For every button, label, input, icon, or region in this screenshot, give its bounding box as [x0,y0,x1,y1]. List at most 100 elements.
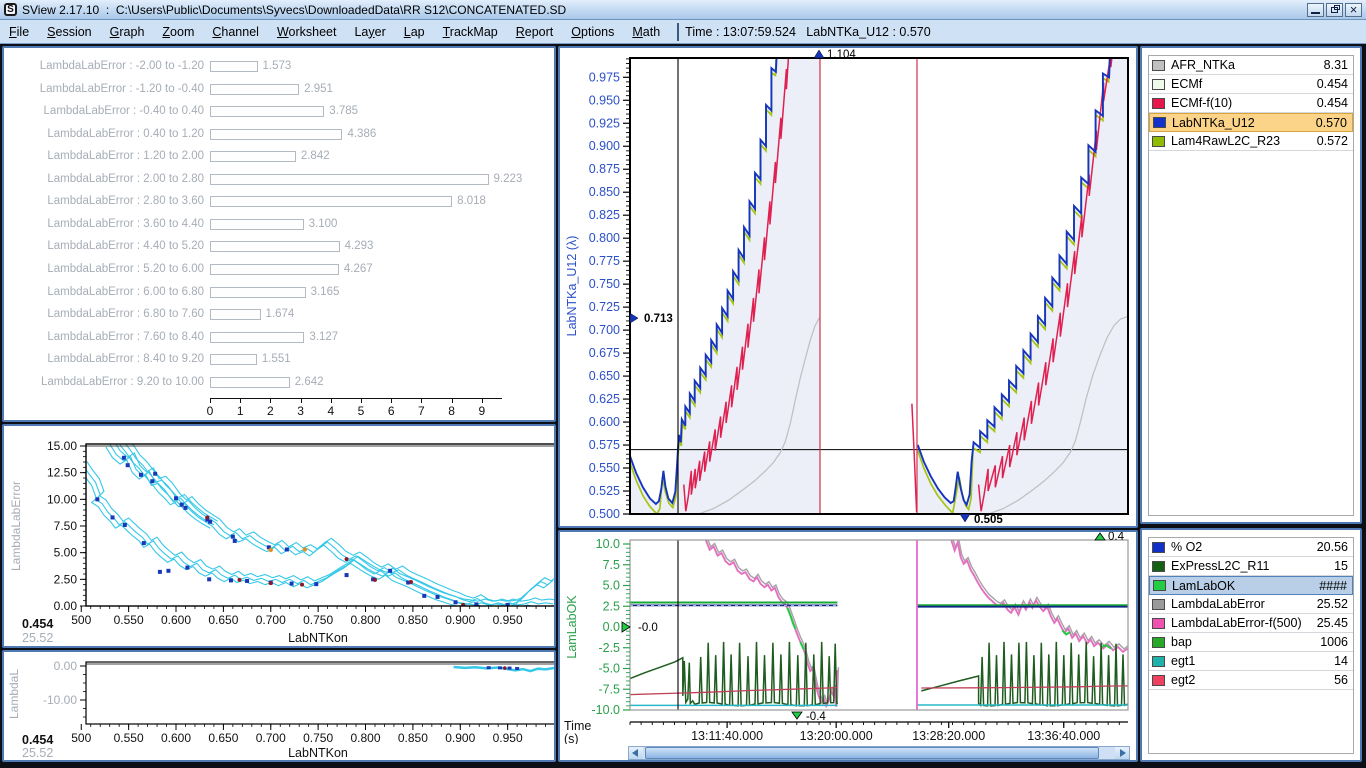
svg-text:0.750: 0.750 [303,731,333,745]
svg-text:25.52: 25.52 [22,631,53,645]
channel-row-bap[interactable]: bap1006 [1149,633,1353,652]
mini-plot-area[interactable] [454,666,554,671]
channel-list-top-panel: AFR_NTKa8.31ECMf0.454ECMf-f(10)0.454LabN… [1140,46,1362,524]
svg-text:0.750: 0.750 [303,613,333,627]
main-plot-area[interactable] [630,48,1128,514]
menu-item-zoom[interactable]: Zoom [153,25,203,39]
channel-name: LamLabOK [1172,579,1315,593]
svg-text:0.950: 0.950 [493,613,523,627]
title-bar[interactable]: S SView 2.17.10 : C:\Users\Public\Docume… [0,0,1366,20]
histogram-bar [210,151,296,162]
menu-item-trackmap[interactable]: TrackMap [434,25,507,39]
histogram-x-tick [452,398,453,403]
histogram-x-tick-label: 3 [297,404,304,418]
menu-item-layer[interactable]: Layer [345,25,394,39]
menu-item-graph[interactable]: Graph [101,25,154,39]
channel-value: 20.56 [1317,540,1348,554]
channel-row-lamlabok[interactable]: LamLabOK#### [1149,576,1353,595]
svg-text:0.700: 0.700 [256,613,286,627]
histogram-category-label: LambdaLabError : 2.80 to 3.60 [4,195,204,207]
histogram-category-label: LambdaLabError : 4.40 to 5.20 [4,240,204,252]
histogram-x-tick-label: 5 [358,404,365,418]
scroll-left-arrow[interactable] [629,747,643,759]
channel-value: 14 [1334,654,1348,668]
svg-text:0.800: 0.800 [350,731,380,745]
svg-text:LabNTKa_U12 (λ): LabNTKa_U12 (λ) [565,236,579,337]
channel-row-lambdalaberror-f-500-[interactable]: LambdaLabError-f(500)25.45 [1149,614,1353,633]
histogram-bar [210,219,304,230]
svg-text:-7.5: -7.5 [598,682,620,696]
svg-text:2.50: 2.50 [54,572,78,586]
channel-row-afr-ntka[interactable]: AFR_NTKa8.31 [1149,56,1353,75]
svg-text:0.575: 0.575 [589,438,620,452]
svg-text:0.725: 0.725 [589,300,620,314]
histogram-category-label: LambdaLabError : 6.80 to 7.60 [4,308,204,320]
histogram-category-label: LambdaLabError : 1.20 to 2.00 [4,150,204,162]
menu-item-channel[interactable]: Channel [203,25,268,39]
channel-name: % O2 [1171,540,1313,554]
app-window: S SView 2.17.10 : C:\Users\Public\Docume… [0,0,1366,768]
menu-item-options[interactable]: Options [562,25,623,39]
channel-name: egt1 [1171,654,1330,668]
strip-plot-area[interactable] [630,537,1129,710]
channel-row-egt2[interactable]: egt256 [1149,671,1353,690]
svg-text:0.00: 0.00 [54,599,78,613]
menu-item-report[interactable]: Report [507,25,563,39]
svg-text:500: 500 [71,731,91,745]
histogram-bar [210,106,324,117]
close-button[interactable]: × [1345,3,1362,17]
histogram-row: LambdaLabError : -1.20 to -0.402.951 [4,79,554,101]
scroll-track[interactable] [643,747,1115,759]
menu-item-lap[interactable]: Lap [395,25,434,39]
histogram-category-label: LambdaLabError : 2.00 to 2.80 [4,173,204,185]
menu-item-worksheet[interactable]: Worksheet [268,25,346,39]
time-scrollbar[interactable] [628,746,1130,760]
svg-text:0.625: 0.625 [589,392,620,406]
histogram-value: 1.551 [262,353,291,365]
svg-text:0.750: 0.750 [589,277,620,291]
scatter-plot-area[interactable] [79,438,554,608]
histogram-x-tick-label: 9 [478,404,485,418]
histogram-category-label: LambdaLabError : -0.40 to 0.40 [4,105,204,117]
channel-row-egt1[interactable]: egt1 14 [1149,652,1353,671]
histogram-row: LambdaLabError : 7.60 to 8.403.127 [4,327,554,349]
channel-row-ecmf[interactable]: ECMf0.454 [1149,75,1353,94]
channel-value: 1006 [1320,635,1348,649]
histogram-value: 3.165 [311,286,340,298]
histogram-x-tick-label: 6 [388,404,395,418]
scroll-right-arrow[interactable] [1115,747,1129,759]
histogram-value: 3.100 [309,218,338,230]
restore-button[interactable] [1326,3,1343,17]
svg-text:0.800: 0.800 [350,613,380,627]
histogram-category-label: LambdaLabError : 5.20 to 6.00 [4,263,204,275]
channel-color-swatch [1152,637,1165,648]
channel-row-labntka-u12[interactable]: LabNTKa_U120.570 [1149,113,1353,132]
scroll-thumb[interactable] [645,747,1099,759]
svg-text:0.550: 0.550 [589,461,620,475]
histogram-value: 4.267 [344,263,373,275]
histogram-bar [210,264,339,275]
histogram-row: LambdaLabError : 0.40 to 1.204.386 [4,124,554,146]
main-chart-panel: 0.5000.5250.5500.5750.6000.6250.6500.675… [558,46,1138,528]
svg-text:0.550: 0.550 [114,731,144,745]
svg-text:0.950: 0.950 [589,93,620,107]
histogram-row: LambdaLabError : 3.60 to 4.403.100 [4,214,554,236]
menu-item-math[interactable]: Math [623,25,669,39]
svg-text:0.650: 0.650 [208,613,238,627]
svg-text:12.50: 12.50 [47,466,77,480]
channel-row-ecmf-f-10-[interactable]: ECMf-f(10)0.454 [1149,94,1353,113]
channel-row--o2[interactable]: % O2 20.56 [1149,538,1353,557]
svg-text:0.0: 0.0 [603,620,620,634]
channel-row-lam4rawl2c-r23[interactable]: Lam4RawL2C_R230.572 [1149,132,1353,151]
channel-row-expressl2c-r11[interactable]: ExPressL2C_R1115 [1149,557,1353,576]
menu-item-session[interactable]: Session [38,25,100,39]
minimize-button[interactable] [1307,3,1324,17]
svg-text:13:11:40.000: 13:11:40.000 [691,729,763,743]
channel-row-lambdalaberror[interactable]: LambdaLabError25.52 [1149,595,1353,614]
svg-text:0.00: 0.00 [54,659,78,673]
menu-item-file[interactable]: File [0,25,38,39]
histogram-bar [210,354,257,365]
svg-text:LambdaL: LambdaL [7,669,21,719]
histogram-x-tick [301,398,302,403]
histogram-row: LambdaLabError : 5.20 to 6.00 4.267 [4,259,554,281]
